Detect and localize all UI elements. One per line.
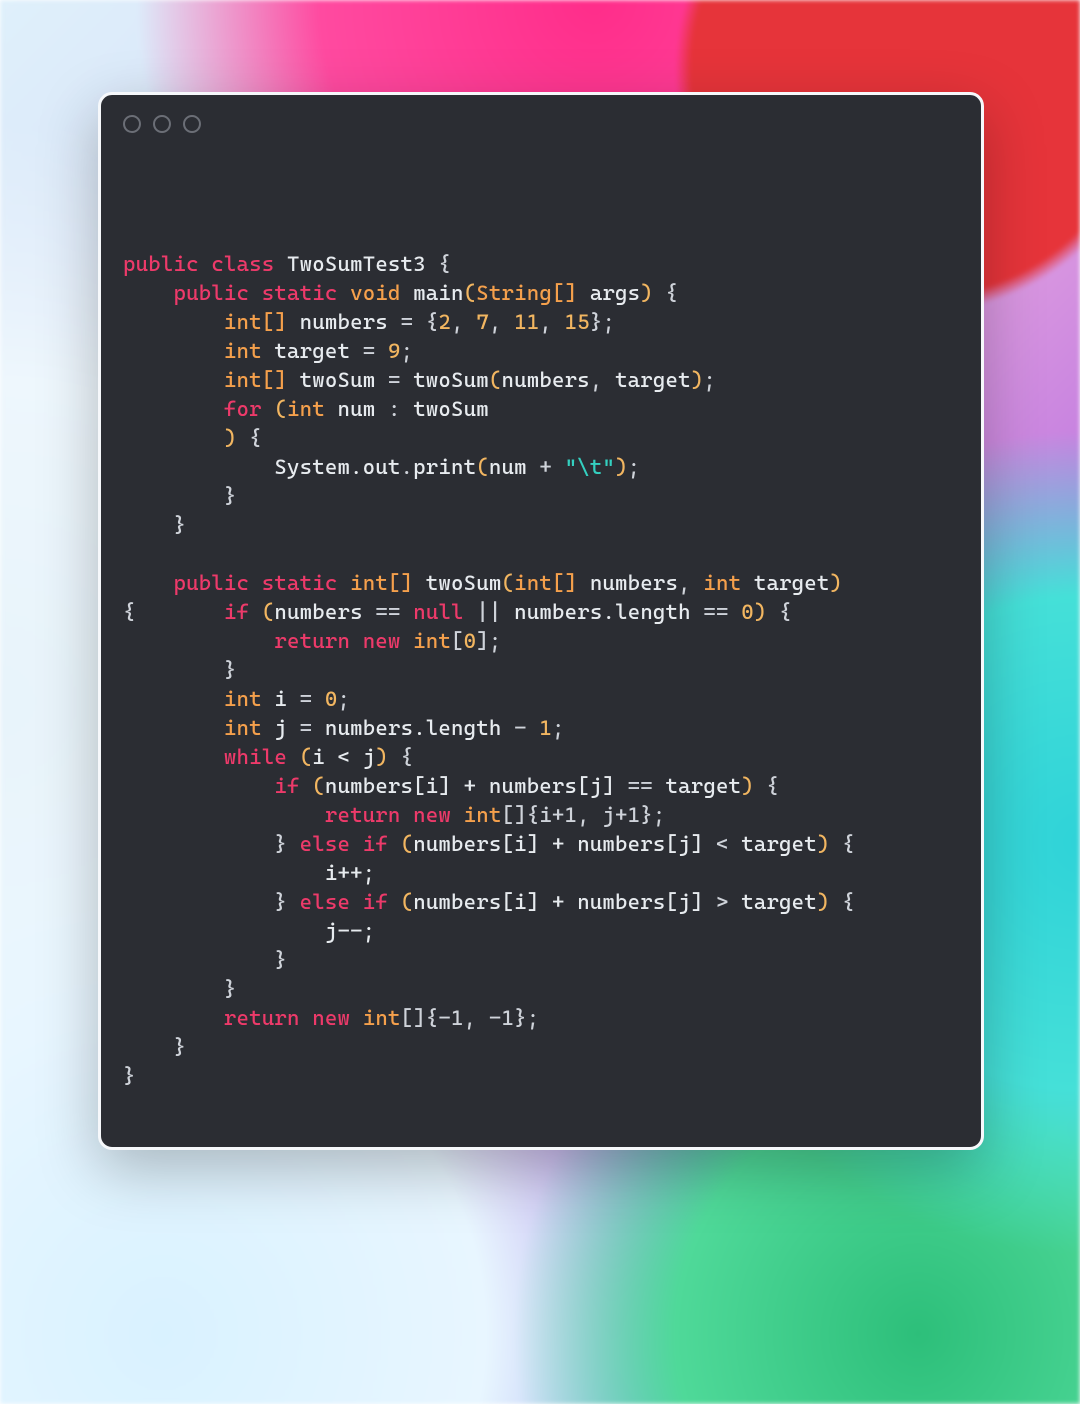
var-target: target: [274, 338, 350, 363]
stmt-inc: i++;: [325, 860, 375, 885]
type-int: int: [224, 338, 262, 363]
class-name: TwoSumTest3: [287, 251, 426, 276]
arg-num: num: [489, 454, 527, 479]
id-target: target: [665, 773, 741, 798]
type-int: int: [224, 686, 262, 711]
cond-while: i < j: [312, 744, 375, 769]
arr-lit: {-1, -1}: [426, 1005, 527, 1030]
fn-main: main: [413, 280, 463, 305]
num-lit: 0: [464, 628, 477, 653]
type-string-arr: String[]: [476, 280, 577, 305]
type-int: int: [224, 715, 262, 740]
window-titlebar: [101, 95, 981, 153]
expr-sum: numbers[i] + numbers[j]: [413, 831, 703, 856]
code-editor[interactable]: public class TwoSumTest3 { public static…: [101, 153, 981, 1112]
param-numbers: numbers: [590, 570, 678, 595]
num-lit: 9: [388, 338, 401, 363]
id-numbers: numbers: [274, 599, 362, 624]
zoom-icon[interactable]: [183, 115, 201, 133]
type-intarr: int[]: [224, 367, 287, 392]
type-intarr: int[]: [514, 570, 577, 595]
stmt-dec: j--;: [325, 918, 375, 943]
iter-twoSum: twoSum: [413, 396, 489, 421]
var-num: num: [337, 396, 375, 421]
var-j: j: [274, 715, 287, 740]
num-lit: 15: [565, 309, 590, 334]
kw-null: null: [413, 599, 463, 624]
arr-lit: {i+1, j+1}: [527, 802, 653, 827]
num-lit: 0: [741, 599, 754, 624]
arg-numbers: numbers: [502, 367, 590, 392]
minimize-icon[interactable]: [153, 115, 171, 133]
num-lit: 1: [539, 715, 552, 740]
fn-print: print: [413, 454, 476, 479]
param-args: args: [590, 280, 640, 305]
arg-target: target: [615, 367, 691, 392]
num-lit: 0: [325, 686, 338, 711]
param-target: target: [754, 570, 830, 595]
expr-sum: numbers[i] + numbers[j]: [325, 773, 615, 798]
var-numbers: numbers: [300, 309, 388, 334]
code-window: public class TwoSumTest3 { public static…: [98, 92, 984, 1150]
var-twoSum: twoSum: [300, 367, 376, 392]
id-target: target: [741, 831, 817, 856]
str-lit-tab: "\t": [565, 454, 615, 479]
var-i: i: [274, 686, 287, 711]
obj-system-out: System.out: [274, 454, 400, 479]
num-lit: 2: [438, 309, 451, 334]
id-target: target: [741, 889, 817, 914]
fn-call-twoSum: twoSum: [413, 367, 489, 392]
type-int: int: [287, 396, 325, 421]
close-icon[interactable]: [123, 115, 141, 133]
type-int: int: [703, 570, 741, 595]
type-intarr: int[]: [350, 570, 413, 595]
num-lit: 11: [514, 309, 539, 334]
type-int: int: [413, 628, 451, 653]
expr-length: numbers.length: [514, 599, 691, 624]
type-void: void: [350, 280, 400, 305]
num-lit: 7: [476, 309, 489, 334]
fn-twoSum: twoSum: [426, 570, 502, 595]
expr-length: numbers.length: [325, 715, 502, 740]
expr-sum: numbers[i] + numbers[j]: [413, 889, 703, 914]
type-intarr: int[]: [224, 309, 287, 334]
